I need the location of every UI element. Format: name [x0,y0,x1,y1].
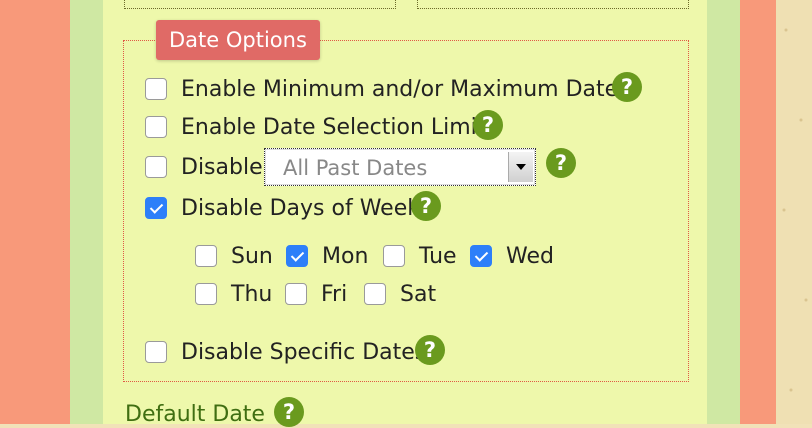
help-icon[interactable]: ? [546,148,576,178]
day-label-thu: Thu [231,282,273,307]
min-max-label: Enable Minimum and/or Maximum Dates [181,77,630,102]
chevron-down-icon[interactable] [508,152,533,182]
disable-label: Disable [181,155,263,180]
date-options-legend: Date Options [156,20,320,60]
days-of-week-checkbox[interactable] [145,197,167,219]
page-background [776,0,812,424]
selection-limit-label: Enable Date Selection Limit [181,115,486,140]
help-icon[interactable]: ? [411,191,441,221]
day-checkbox-tue[interactable] [383,245,405,267]
min-max-checkbox[interactable] [145,78,167,100]
day-checkbox-thu[interactable] [195,283,217,305]
days-of-week-label: Disable Days of Week [181,196,420,221]
day-label-tue: Tue [419,244,457,269]
default-date-heading: Default Date [125,402,265,427]
previous-fieldset-right [417,0,689,9]
day-label-mon: Mon [322,244,369,269]
day-checkbox-fri[interactable] [285,283,307,305]
day-label-wed: Wed [506,244,554,269]
disable-checkbox[interactable] [145,156,167,178]
help-icon[interactable]: ? [274,397,304,427]
help-icon[interactable]: ? [612,72,642,102]
day-label-sun: Sun [231,244,273,269]
specific-dates-checkbox[interactable] [145,341,167,363]
day-checkbox-sat[interactable] [364,283,386,305]
day-label-fri: Fri [321,282,348,307]
disable-dates-select[interactable]: All Past Dates [264,148,536,186]
selection-limit-checkbox[interactable] [145,116,167,138]
day-label-sat: Sat [400,282,437,307]
help-icon[interactable]: ? [473,110,503,140]
help-icon[interactable]: ? [415,335,445,365]
previous-fieldset-left [124,0,396,9]
day-checkbox-mon[interactable] [286,245,308,267]
specific-dates-label: Disable Specific Dates [181,340,427,365]
day-checkbox-wed[interactable] [470,245,492,267]
day-checkbox-sun[interactable] [195,245,217,267]
disable-dates-select-value: All Past Dates [283,156,428,180]
